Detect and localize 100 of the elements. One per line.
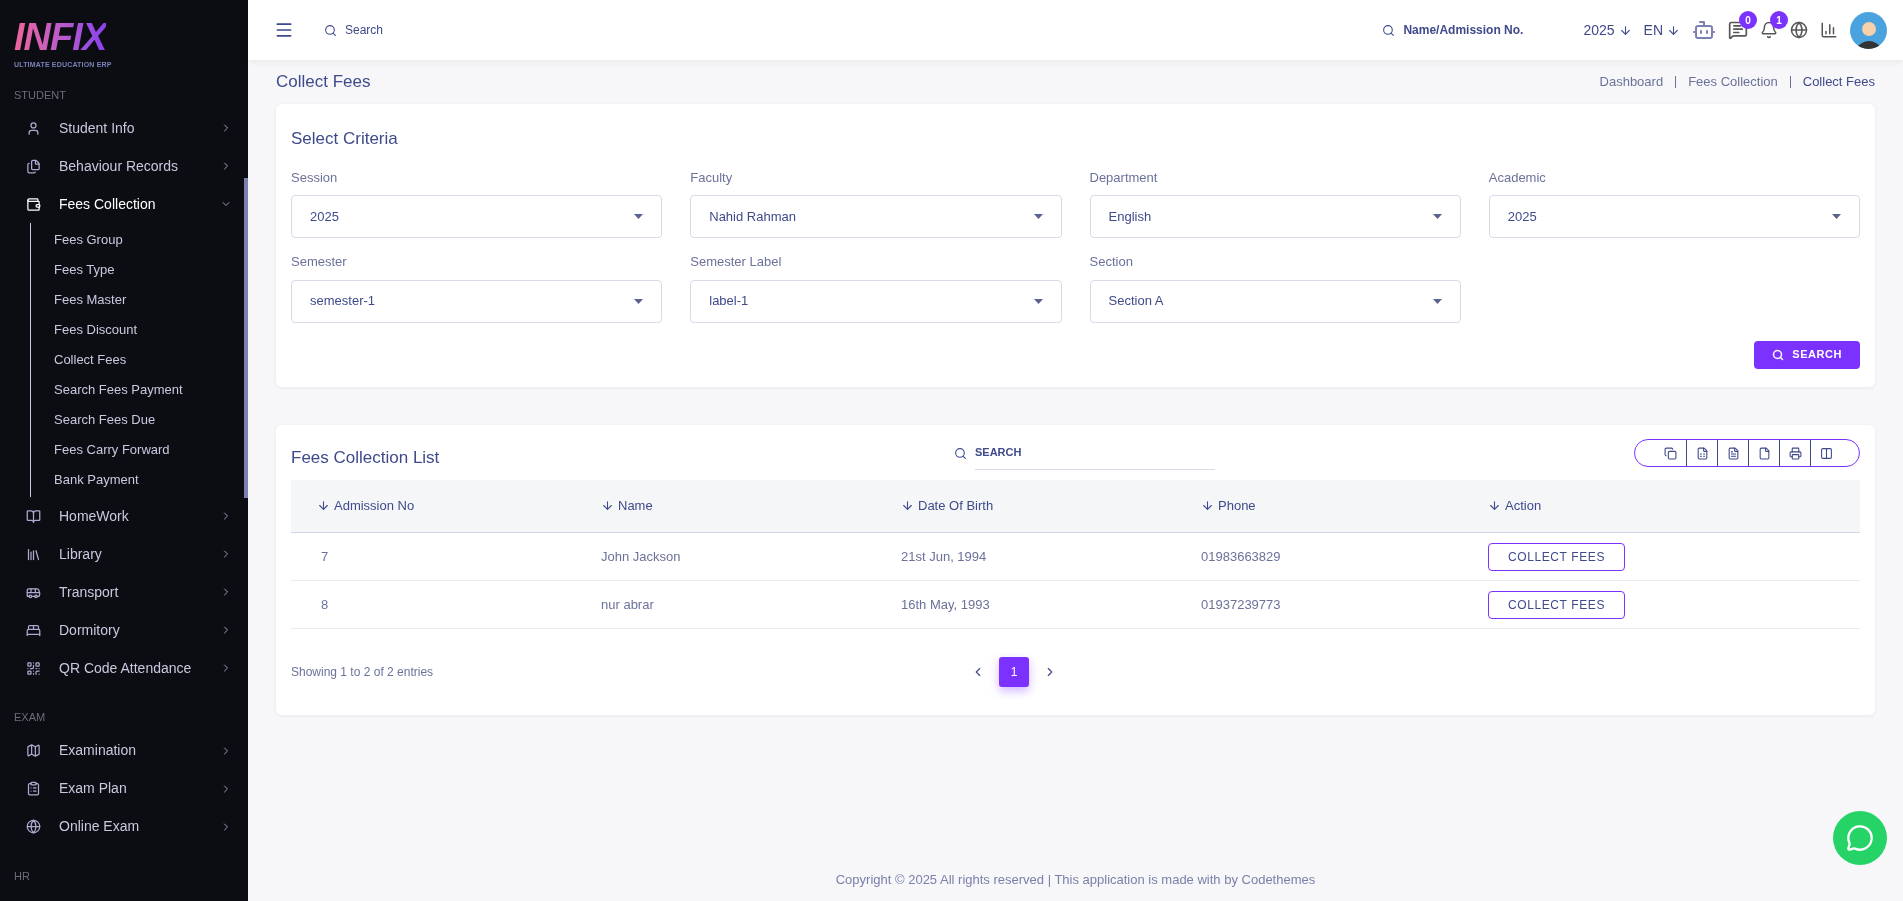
table-cell: 7 <box>291 532 601 581</box>
sidebar-subitem[interactable]: Fees Master <box>54 285 127 315</box>
sidebar-subitem[interactable]: Fees Carry Forward <box>54 435 170 465</box>
sidebar-item[interactable]: Transport <box>0 573 248 611</box>
search-icon <box>324 23 337 37</box>
sort-arrow-icon <box>601 499 614 513</box>
qr-code-icon <box>26 660 41 676</box>
sidebar-item[interactable]: Examination <box>0 731 248 770</box>
section-label: EXAM <box>13 710 47 725</box>
document-icon <box>1726 446 1740 460</box>
select-field[interactable]: 2025 <box>291 195 663 238</box>
caret-icon <box>1432 298 1442 304</box>
student-search-field[interactable]: Name/Admission No. <box>1403 21 1534 39</box>
table-cell: 8 <box>291 580 601 629</box>
field-label: Session <box>291 168 339 187</box>
section-title: Select Criteria <box>291 128 399 150</box>
field-label: Academic <box>1488 168 1547 187</box>
collect-fees-button[interactable]: COLLECT FEES <box>1488 542 1625 571</box>
section-label: STUDENT <box>13 87 67 103</box>
select-field[interactable]: English <box>1089 195 1461 238</box>
user-icon <box>26 120 41 136</box>
breadcrumb-link[interactable]: Fees Collection <box>1688 72 1778 92</box>
copy-icon <box>1664 446 1677 460</box>
bell-icon[interactable] <box>1760 21 1778 39</box>
table-cell: 16th May, 1993 <box>901 580 1201 629</box>
library-icon <box>26 546 41 562</box>
arrow-down-icon <box>1667 23 1680 37</box>
page-button[interactable]: 1 <box>999 657 1029 687</box>
collect-fees-button[interactable]: COLLECT FEES <box>1488 590 1625 619</box>
caret-icon <box>1832 214 1841 219</box>
search-icon <box>1772 348 1785 361</box>
column-header[interactable]: Name <box>601 479 901 533</box>
columns-icon <box>1819 446 1833 460</box>
column-header[interactable]: Date Of Birth <box>901 479 1201 533</box>
breadcrumb-link[interactable]: Dashboard <box>1599 72 1664 92</box>
avatar[interactable] <box>1850 11 1887 49</box>
spreadsheet-icon <box>1695 446 1709 460</box>
map-icon <box>26 743 41 758</box>
field-label: Semester <box>291 253 348 271</box>
entries-summary: Showing 1 to 2 of 2 entries <box>291 664 435 681</box>
sidebar-subitem[interactable]: Bank Payment <box>54 465 139 495</box>
select-field[interactable]: Section A <box>1089 279 1461 323</box>
field-label: Semester Label <box>690 253 783 271</box>
caret-icon <box>1432 214 1442 219</box>
sidebar-item[interactable]: Fees Collection <box>0 185 248 223</box>
column-header[interactable]: Phone <box>1201 479 1488 533</box>
search-button[interactable]: SEARCH <box>1754 340 1860 369</box>
files-icon <box>26 158 41 174</box>
breadcrumb-link[interactable]: Collect Fees <box>1802 72 1875 92</box>
sidebar-subitem[interactable]: Fees Group <box>54 225 123 255</box>
arrow-down-icon <box>1618 23 1632 37</box>
file-icon <box>1757 446 1771 460</box>
sidebar-item[interactable]: Dormitory <box>0 611 248 649</box>
sidebar-subitem[interactable]: Fees Discount <box>54 315 138 345</box>
sidebar-item[interactable]: Behaviour Records <box>0 147 248 185</box>
sort-arrow-icon <box>317 499 330 513</box>
menu-icon[interactable] <box>274 20 294 40</box>
chat-bubble-icon <box>1846 824 1874 852</box>
sort-arrow-icon <box>1488 499 1501 513</box>
sidebar-item[interactable]: Library <box>0 535 248 573</box>
sidebar-subitem[interactable]: Search Fees Due <box>54 405 156 435</box>
search-icon <box>1382 23 1396 37</box>
wallet-icon <box>26 196 41 212</box>
field-label: Section <box>1089 253 1134 271</box>
table-cell: John Jackson <box>601 532 901 581</box>
table-cell: 21st Jun, 1994 <box>901 532 1201 581</box>
sidebar-item[interactable]: Online Exam <box>0 807 248 846</box>
chart-icon[interactable] <box>1820 21 1838 39</box>
table-cell: 01937239773 <box>1201 580 1488 629</box>
robot-icon[interactable] <box>1692 18 1716 42</box>
book-icon <box>26 508 41 524</box>
search-field[interactable]: Search <box>345 21 545 39</box>
sidebar-subitem[interactable]: Fees Type <box>54 255 115 285</box>
language-dropdown[interactable]: EN <box>1643 19 1680 41</box>
caret-icon <box>1033 214 1043 219</box>
print-icon <box>1788 446 1802 460</box>
year-dropdown[interactable]: 2025 <box>1583 19 1632 41</box>
sidebar-item[interactable]: Exam Plan <box>0 769 248 808</box>
select-field[interactable]: semester-1 <box>291 279 663 323</box>
select-field[interactable]: 2025 <box>1488 195 1860 238</box>
sidebar-item[interactable]: QR Code Attendance <box>0 649 248 687</box>
sidebar-item[interactable]: Student Info <box>0 109 248 147</box>
sidebar-subitem[interactable]: Collect Fees <box>54 345 127 375</box>
sidebar-subitem[interactable]: Search Fees Payment <box>54 375 183 405</box>
table-search-field[interactable]: SEARCH <box>975 436 1215 470</box>
column-header[interactable]: Action <box>1488 479 1860 533</box>
sort-arrow-icon <box>901 499 914 513</box>
notification-count-badge: 1 <box>1770 11 1788 29</box>
select-field[interactable]: label-1 <box>690 279 1062 323</box>
caret-icon <box>634 214 644 219</box>
sidebar-item[interactable]: HomeWork <box>0 497 248 535</box>
sort-arrow-icon <box>1201 499 1214 513</box>
globe-icon[interactable] <box>1790 21 1808 39</box>
search-icon <box>954 446 967 460</box>
clipboard-icon <box>26 781 41 796</box>
section-label: HR <box>13 868 31 884</box>
table-cell: 01983663829 <box>1201 532 1488 581</box>
scrollbar[interactable] <box>244 178 248 498</box>
select-field[interactable]: Nahid Rahman <box>690 195 1062 238</box>
column-header[interactable]: Admission No <box>291 479 601 533</box>
